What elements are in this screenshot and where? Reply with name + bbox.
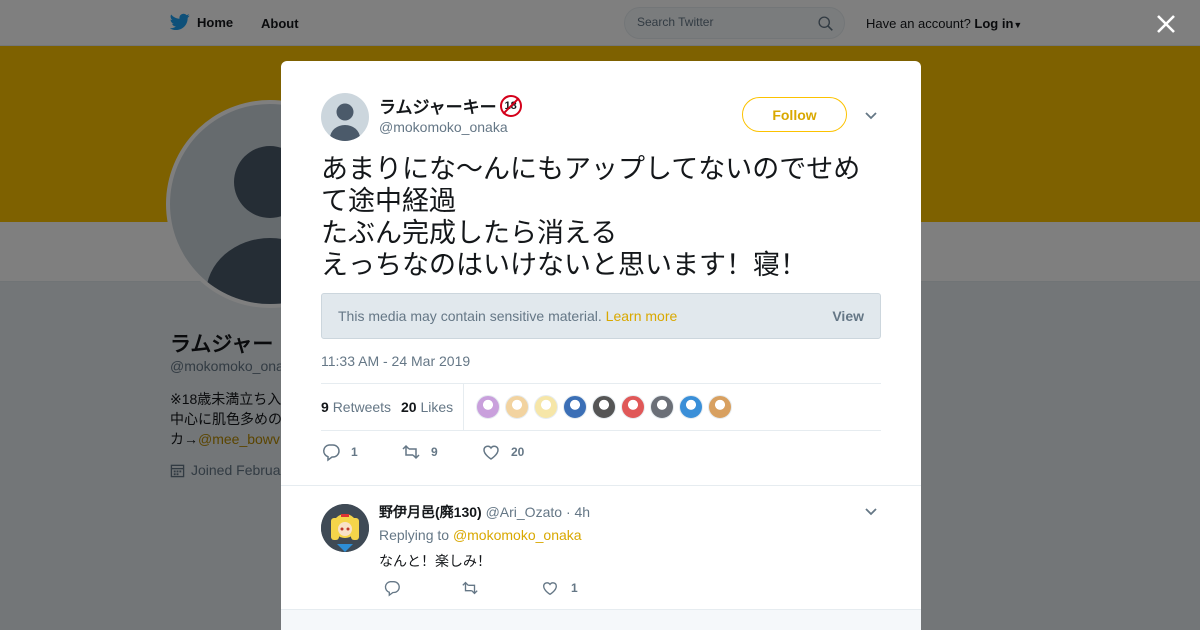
reply-author-handle[interactable]: @Ari_Ozato	[486, 504, 562, 520]
likes-count: 20	[401, 399, 417, 415]
liker-avatar[interactable]	[708, 395, 732, 419]
tweet-text: あまりにな〜んにもアップしてないのでせめて途中経過 たぶん完成したら消える えっ…	[321, 154, 861, 280]
retweet-count: 9	[431, 445, 438, 459]
learn-more-link[interactable]: Learn more	[606, 308, 678, 324]
chevron-down-icon[interactable]	[863, 107, 879, 123]
sensitive-message: This media may contain sensitive materia…	[338, 308, 677, 324]
follow-button[interactable]: Follow	[742, 97, 847, 132]
reply-retweet-button[interactable]	[461, 579, 479, 597]
heart-icon	[483, 445, 499, 460]
anime-avatar-image	[321, 504, 369, 552]
author-handle[interactable]: @mokomoko_onaka	[379, 119, 508, 135]
tweet-stats: 9 Retweets 20 Likes	[321, 383, 881, 431]
reply-author-avatar[interactable]	[321, 504, 369, 552]
sensitive-media-notice: This media may contain sensitive materia…	[321, 293, 881, 339]
retweet-icon	[462, 581, 478, 595]
replying-to: Replying to @mokomoko_onaka	[379, 527, 582, 543]
author-avatar[interactable]	[321, 93, 369, 141]
reply-time[interactable]: · 4h	[566, 504, 590, 520]
liker-avatar[interactable]	[679, 395, 703, 419]
modal-footer	[281, 609, 921, 630]
reply-reply-button[interactable]	[383, 579, 401, 597]
heart-icon	[543, 582, 557, 596]
default-user-icon	[330, 103, 360, 141]
reply-actions: 1	[379, 579, 779, 601]
reply-like-button[interactable]: 1	[541, 579, 578, 597]
reply-separator	[281, 485, 921, 491]
liker-avatar[interactable]	[621, 395, 645, 419]
tweet-modal: ラムジャーキー 18 @mokomoko_onaka Follow あまりにな〜…	[281, 61, 921, 630]
replying-to-mention[interactable]: @mokomoko_onaka	[453, 527, 582, 543]
reply-count: 1	[351, 445, 358, 459]
retweet-button[interactable]: 9	[401, 442, 438, 462]
retweets-stat[interactable]: 9 Retweets	[321, 399, 391, 415]
like-count: 20	[511, 445, 525, 459]
sensitive-message-text: This media may contain sensitive materia…	[338, 308, 602, 324]
reply-author-name[interactable]: 野伊月邑(廃130)	[379, 504, 482, 520]
reply-text: なんと！楽しみ！	[379, 553, 491, 569]
stats-divider	[463, 384, 464, 430]
author-name[interactable]: ラムジャーキー 18	[379, 93, 522, 118]
reply-icon	[322, 444, 340, 462]
view-media-button[interactable]: View	[832, 308, 864, 324]
author-name-text: ラムジャーキー	[379, 98, 497, 117]
reply-icon	[384, 581, 400, 597]
liker-avatar[interactable]	[592, 395, 616, 419]
likes-stat[interactable]: 20 Likes	[401, 399, 453, 415]
liker-avatar[interactable]	[563, 395, 587, 419]
liker-avatar[interactable]	[534, 395, 558, 419]
retweet-icon	[402, 444, 420, 460]
chevron-down-icon[interactable]	[863, 503, 879, 519]
reply-header: 野伊月邑(廃130) @Ari_Ozato · 4h	[379, 502, 590, 522]
liker-avatars	[476, 395, 732, 419]
close-icon[interactable]	[1152, 10, 1180, 38]
age-18-badge: 18	[499, 94, 522, 117]
like-button[interactable]: 20	[481, 442, 524, 462]
tweet-timestamp[interactable]: 11:33 AM - 24 Mar 2019	[321, 353, 470, 369]
retweets-count: 9	[321, 399, 329, 415]
retweets-label: Retweets	[332, 399, 392, 415]
tweet-actions: 1 9 20	[321, 439, 881, 465]
likes-label: Likes	[420, 399, 454, 415]
liker-avatar[interactable]	[505, 395, 529, 419]
reply-like-count: 1	[571, 581, 578, 595]
reply-button[interactable]: 1	[321, 442, 358, 462]
liker-avatar[interactable]	[476, 395, 500, 419]
replying-to-label: Replying to	[379, 527, 450, 543]
liker-avatar[interactable]	[650, 395, 674, 419]
